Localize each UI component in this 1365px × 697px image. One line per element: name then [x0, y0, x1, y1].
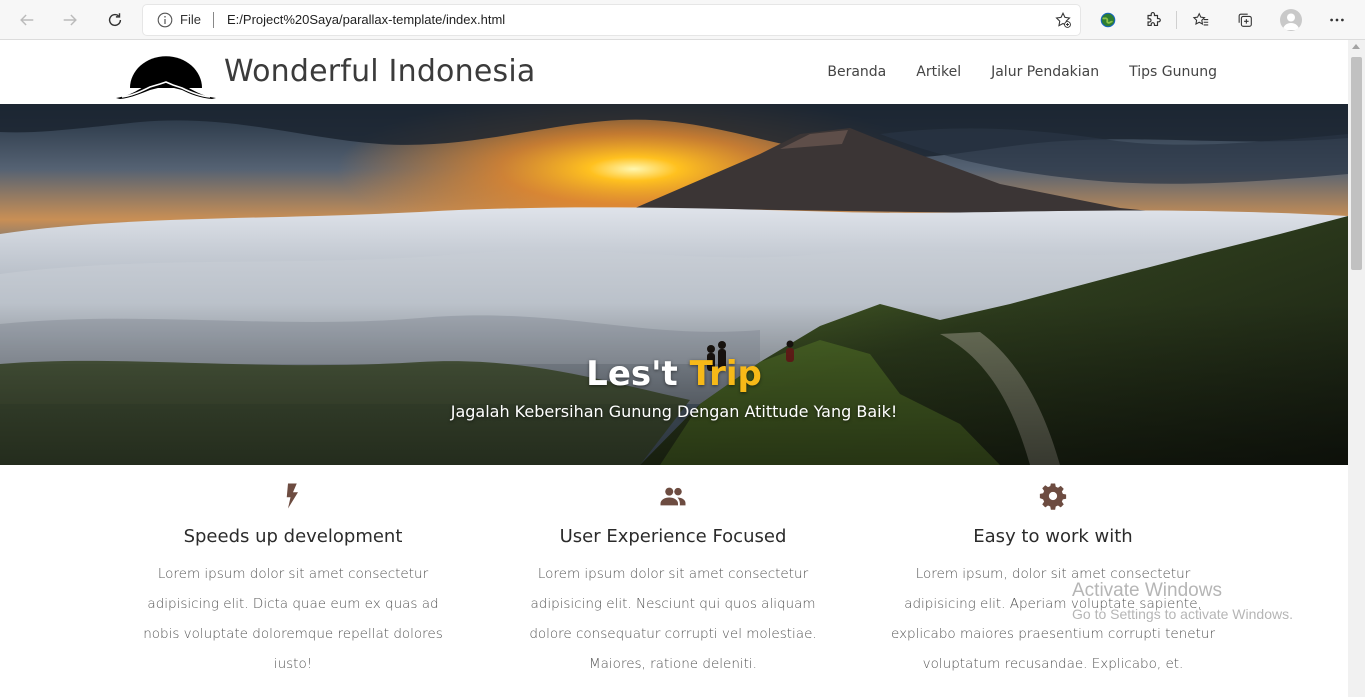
- feature-title: User Experience Focused: [559, 526, 787, 547]
- feature-card-speed: Speeds up development Lorem ipsum dolor …: [128, 481, 458, 679]
- mountain-logo-icon[interactable]: [116, 54, 216, 100]
- more-horizontal-icon: [1330, 18, 1344, 22]
- scroll-up-arrow-icon[interactable]: [1352, 44, 1360, 49]
- info-icon[interactable]: [157, 12, 173, 28]
- file-label: File: [180, 12, 201, 27]
- forward-button[interactable]: [56, 6, 84, 34]
- favorites-button[interactable]: [1190, 9, 1212, 31]
- feature-text: Lorem ipsum dolor sit amet consectetur a…: [143, 566, 443, 672]
- refresh-button[interactable]: [101, 6, 129, 34]
- brand-name[interactable]: Wonderful Indonesia: [224, 54, 535, 89]
- globe-extension-icon: [1100, 12, 1116, 28]
- refresh-icon: [108, 13, 122, 27]
- feature-title: Easy to work with: [973, 526, 1133, 547]
- watermark-subtitle: Go to Settings to activate Windows.: [1072, 606, 1293, 622]
- feature-title: Speeds up development: [183, 526, 403, 547]
- url-text[interactable]: E:/Project%20Saya/parallax-template/inde…: [227, 12, 505, 27]
- watermark-title: Activate Windows: [1072, 580, 1222, 601]
- hero-title: Les't Trip: [0, 354, 1348, 394]
- collections-button[interactable]: [1234, 9, 1256, 31]
- address-bar[interactable]: File E:/Project%20Saya/parallax-template…: [143, 5, 1080, 35]
- nav-link-tips-gunung[interactable]: Tips Gunung: [1129, 64, 1217, 80]
- user-icon: [1283, 13, 1299, 30]
- scrollbar-thumb[interactable]: [1351, 57, 1362, 270]
- add-favorite-icon[interactable]: [1054, 11, 1072, 29]
- hero-subtitle: Jagalah Kebersihan Gunung Dengan Atittud…: [450, 402, 898, 421]
- extensions-button[interactable]: [1142, 9, 1164, 31]
- site-header: Wonderful Indonesia Beranda Artikel Jalu…: [0, 40, 1348, 104]
- nav-link-beranda[interactable]: Beranda: [827, 64, 886, 80]
- hero-title-accent: Trip: [689, 354, 762, 394]
- nav-link-jalur-pendakian[interactable]: Jalur Pendakian: [991, 64, 1099, 80]
- activate-windows-watermark: Activate Windows Go to Settings to activ…: [1072, 580, 1293, 622]
- extension-globe-button[interactable]: [1097, 9, 1119, 31]
- nav-link-artikel[interactable]: Artikel: [916, 64, 961, 80]
- browser-toolbar: File E:/Project%20Saya/parallax-template…: [0, 0, 1365, 40]
- address-divider: [213, 12, 214, 28]
- bolt-icon: [286, 483, 298, 509]
- main-nav: Beranda Artikel Jalur Pendakian Tips Gun…: [827, 64, 1217, 80]
- arrow-right-icon: [63, 14, 77, 26]
- profile-avatar[interactable]: [1280, 9, 1302, 31]
- settings-menu-button[interactable]: [1326, 9, 1348, 31]
- favorites-icon: [1192, 12, 1209, 26]
- toolbar-divider: [1176, 11, 1177, 29]
- people-icon: [660, 487, 686, 506]
- feature-text: Lorem ipsum dolor sit amet consectetur a…: [529, 566, 817, 672]
- vertical-scrollbar[interactable]: [1348, 40, 1365, 697]
- collections-icon: [1238, 13, 1252, 27]
- feature-card-ux: User Experience Focused Lorem ipsum dolo…: [508, 481, 838, 679]
- gear-icon: [1039, 483, 1067, 510]
- back-button[interactable]: [13, 6, 41, 34]
- arrow-left-icon: [20, 14, 34, 26]
- hero-banner: Les't Trip Jagalah Kebersihan Gunung Den…: [0, 104, 1348, 465]
- puzzle-icon: [1147, 12, 1161, 26]
- hero-title-main: Les't: [586, 354, 690, 394]
